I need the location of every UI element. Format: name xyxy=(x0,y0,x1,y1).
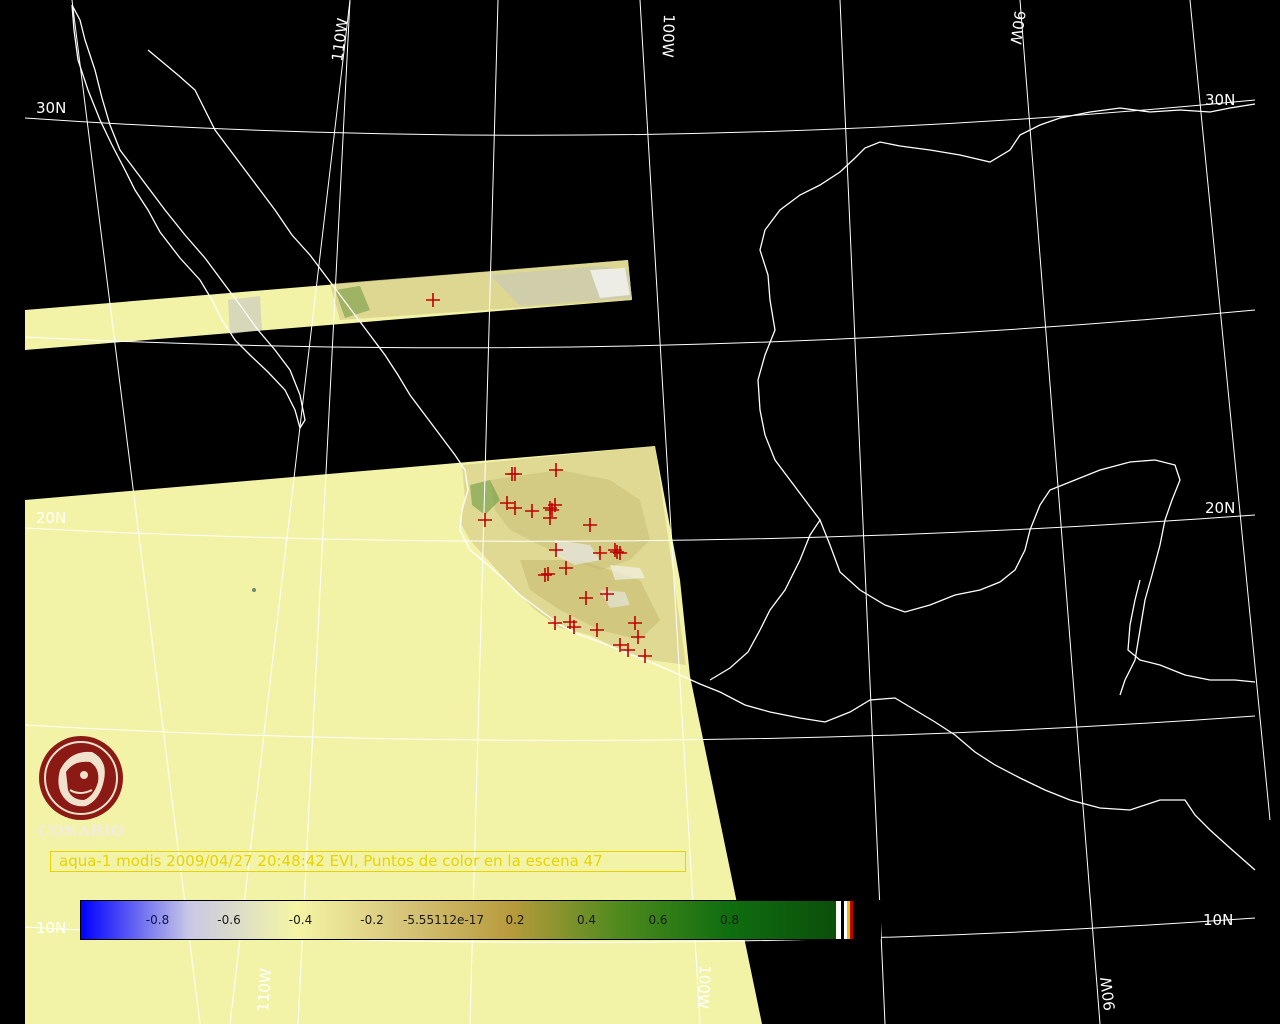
lat-label-10n-right: 10N xyxy=(1203,911,1233,929)
colorbar-tick-label: -0.8 xyxy=(145,913,170,927)
colorbar-tick-label: 0.4 xyxy=(576,913,597,927)
colorbar-end-swatch xyxy=(853,901,881,939)
lat-label-20n-right: 20N xyxy=(1205,499,1235,517)
conabio-macaw-emblem xyxy=(39,736,123,820)
scene-caption: aqua-1 modis 2009/04/27 20:48:42 EVI, Pu… xyxy=(50,851,686,872)
lat-label-30n-left: 30N xyxy=(36,99,66,117)
colorbar-tick-label: 0.8 xyxy=(719,913,740,927)
lat-label-20n-left: 20N xyxy=(36,509,66,527)
lon-label-110w-bottom: 110W xyxy=(254,967,275,1012)
colorbar-tick-label: 0.6 xyxy=(648,913,668,927)
colorbar-tick-label: -0.2 xyxy=(360,913,384,927)
lon-label-100w-bottom: 100W xyxy=(694,965,714,1010)
lat-label-10n-left: 10N xyxy=(36,919,66,937)
lon-label-100w-top: 100W xyxy=(658,14,678,58)
colorbar-tick-label: -5.55112e-17 xyxy=(403,913,484,927)
colorbar-tick-label: -0.6 xyxy=(217,913,241,927)
evi-colorbar: -0.8 -0.6 -0.4 -0.2 -5.55112e-17 0.2 0.4 0.6 0.8 xyxy=(80,900,881,940)
colorbar-tick-label: -0.4 xyxy=(288,913,313,927)
lat-label-30n-right: 30N xyxy=(1205,91,1235,109)
conabio-logo-text: CONABIO xyxy=(38,822,125,840)
colorbar-tick-label: 0.2 xyxy=(505,913,525,927)
